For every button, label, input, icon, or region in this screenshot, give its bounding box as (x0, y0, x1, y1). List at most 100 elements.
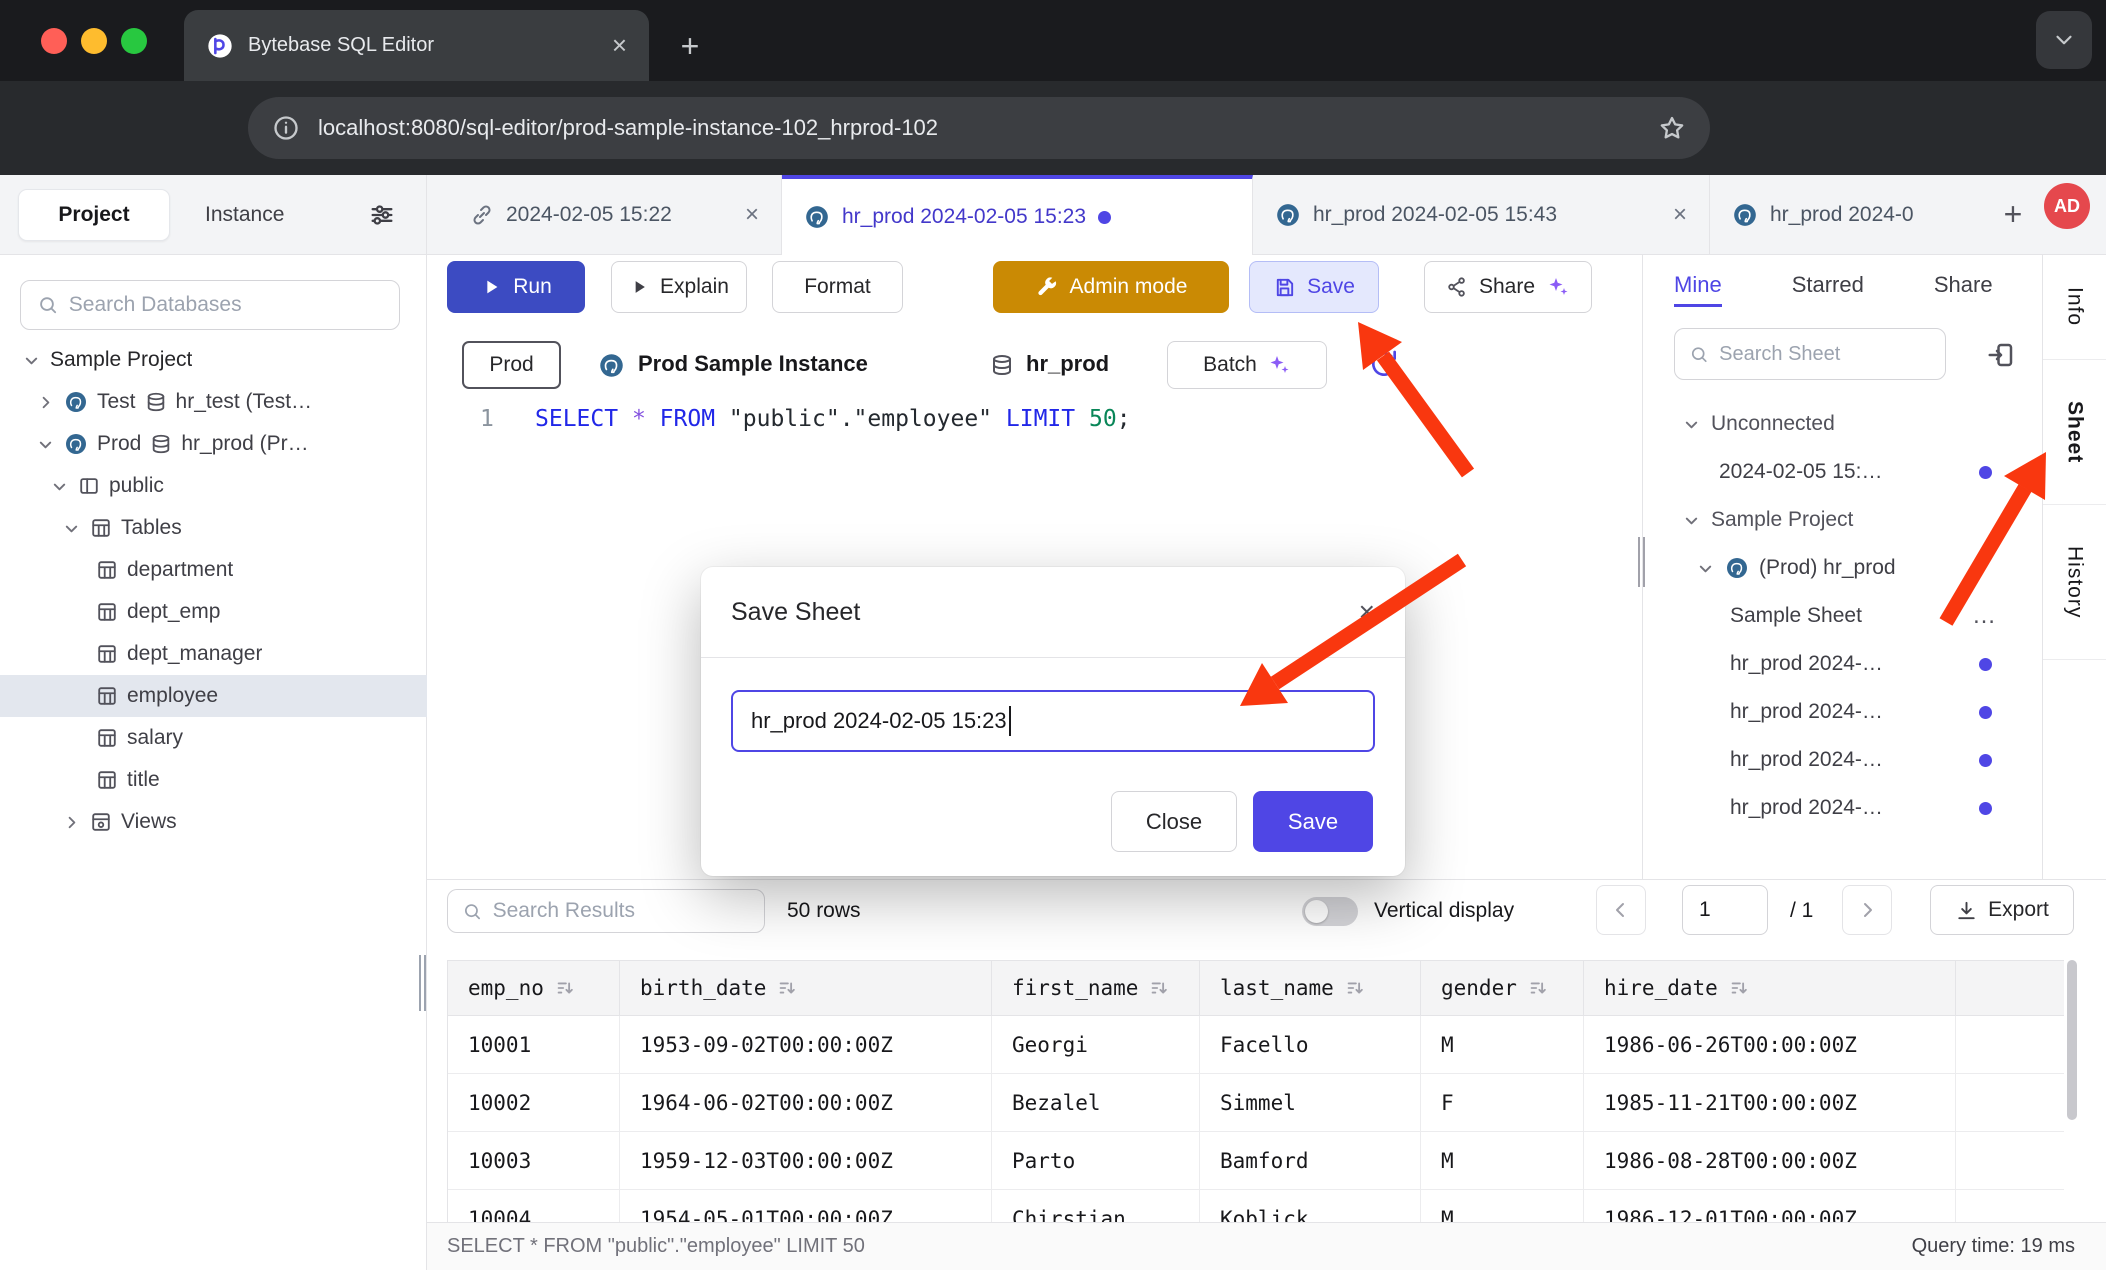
save-button[interactable]: Save (1249, 261, 1379, 313)
sort-icon[interactable] (554, 977, 576, 999)
tab-starred[interactable]: Starred (1792, 263, 1864, 307)
tab-search-button[interactable] (2036, 11, 2092, 69)
sheet-search-input[interactable] (1719, 343, 1931, 366)
dialog-close-icon[interactable]: × (1359, 596, 1375, 628)
side-tab-info[interactable]: Info (2043, 255, 2106, 360)
sheet-item[interactable]: 2024-02-05 15:… (1649, 448, 2042, 496)
sheet-group-unconnected[interactable]: Unconnected (1649, 400, 2042, 448)
sort-icon[interactable] (1728, 977, 1750, 999)
export-button[interactable]: Export (1930, 885, 2074, 935)
prev-page-button[interactable] (1596, 885, 1646, 935)
sheet-item[interactable]: hr_prod 2024-… (1649, 688, 2042, 736)
dialog-save-button[interactable]: Save (1253, 791, 1373, 852)
sort-icon[interactable] (776, 977, 798, 999)
vertical-display-toggle[interactable] (1302, 897, 1358, 926)
tree-item-table-dept-manager[interactable]: dept_manager (0, 633, 427, 675)
table-scrollbar[interactable] (2067, 960, 2077, 1223)
site-info-icon[interactable] (272, 114, 300, 142)
column-header-gender[interactable]: gender (1421, 961, 1584, 1015)
column-header-emp-no[interactable]: emp_no (448, 961, 620, 1015)
tree-item-views-group[interactable]: Views (0, 801, 427, 843)
editor-tab-unconnected[interactable]: 2024-02-05 15:22 × (448, 175, 782, 255)
tree-item-table-department[interactable]: department (0, 549, 427, 591)
browser-tab[interactable]: Bytebase SQL Editor × (184, 10, 649, 81)
tree-item-table-salary[interactable]: salary (0, 717, 427, 759)
sidebar-resize-handle[interactable] (419, 955, 427, 1011)
new-tab-button[interactable]: + (668, 24, 712, 68)
table-row[interactable]: 100031959-12-03T00:00:00ZPartoBamfordM19… (448, 1132, 2064, 1190)
run-button[interactable]: Run (447, 261, 585, 313)
sort-icon[interactable] (1527, 977, 1549, 999)
tables-icon (90, 517, 112, 539)
tree-item-schema-public[interactable]: public (0, 465, 427, 507)
table-row[interactable]: 100021964-06-02T00:00:00ZBezalelSimmelF1… (448, 1074, 2064, 1132)
tree-item-table-employee[interactable]: employee (0, 675, 427, 717)
address-bar[interactable]: localhost:8080/sql-editor/prod-sample-in… (248, 97, 1710, 159)
traffic-zoom-button[interactable] (121, 28, 147, 54)
sheet-item[interactable]: hr_prod 2024-… (1649, 640, 2042, 688)
results-panel: 50 rows Vertical display / 1 Export emp_… (427, 879, 2106, 1222)
table-row[interactable]: 100041954-05-01T00:00:00ZChirstianKoblic… (448, 1190, 2064, 1223)
editor-tab[interactable]: hr_prod 2024-0 (1710, 175, 1983, 255)
format-button[interactable]: Format (772, 261, 903, 313)
sheet-name-input[interactable]: hr_prod 2024-02-05 15:23 (731, 690, 1375, 752)
column-header-hire-date[interactable]: hire_date (1584, 961, 1956, 1015)
sql-star: * (632, 406, 646, 432)
sheet-item[interactable]: hr_prod 2024-… (1649, 784, 2042, 832)
close-tab-icon[interactable]: × (745, 201, 759, 229)
filter-sliders-icon[interactable] (368, 201, 396, 229)
admin-mode-button[interactable]: Admin mode (993, 261, 1229, 313)
batch-button[interactable]: Batch (1167, 341, 1327, 389)
tab-share[interactable]: Share (1934, 263, 1993, 307)
tree-item-sample-project[interactable]: Sample Project (0, 339, 427, 381)
page-number-input[interactable] (1682, 885, 1768, 935)
sheet-menu-icon[interactable]: … (1972, 602, 1998, 630)
sheet-search[interactable] (1674, 328, 1946, 380)
tree-item-tables-group[interactable]: Tables (0, 507, 427, 549)
sheet-item-sample-sheet[interactable]: Sample Sheet … (1649, 592, 2042, 640)
tab-mine[interactable]: Mine (1674, 263, 1722, 307)
results-search[interactable] (447, 889, 765, 933)
traffic-close-button[interactable] (41, 28, 67, 54)
side-tab-history[interactable]: History (2043, 505, 2106, 660)
explain-button[interactable]: Explain (611, 261, 747, 313)
collapse-panel-icon[interactable] (1986, 340, 2016, 370)
results-search-input[interactable] (493, 899, 750, 923)
column-header-first-name[interactable]: first_name (992, 961, 1200, 1015)
traffic-minimize-button[interactable] (81, 28, 107, 54)
bookmark-star-icon[interactable] (1658, 114, 1686, 142)
column-header-last-name[interactable]: last_name (1200, 961, 1421, 1015)
dialog-close-button[interactable]: Close (1111, 791, 1237, 852)
sync-icon[interactable] (1368, 348, 1400, 380)
sort-icon[interactable] (1344, 977, 1366, 999)
text-caret (1009, 706, 1011, 736)
database-search-input[interactable] (69, 293, 383, 317)
sheet-group-sample-project[interactable]: Sample Project (1649, 496, 2042, 544)
sheet-group-prod-hr-prod[interactable]: (Prod) hr_prod (1649, 544, 2042, 592)
sheet-item[interactable]: hr_prod 2024-… (1649, 736, 2042, 784)
tab-project[interactable]: Project (18, 189, 170, 241)
tab-instance[interactable]: Instance (205, 175, 284, 255)
database-name[interactable]: hr_prod (1026, 351, 1109, 377)
tree-item-test-env[interactable]: Test hr_test (Test… (0, 381, 427, 423)
column-header-birth-date[interactable]: birth_date (620, 961, 992, 1015)
tree-item-table-title[interactable]: title (0, 759, 427, 801)
share-button[interactable]: Share (1424, 261, 1592, 313)
side-tab-sheet[interactable]: Sheet (2043, 360, 2106, 505)
avatar[interactable]: AD (2044, 183, 2090, 229)
database-search[interactable] (20, 280, 400, 330)
browser-tab-close-icon[interactable]: × (612, 30, 627, 61)
panel-resize-handle[interactable] (1638, 537, 1647, 587)
table-row[interactable]: 100011953-09-02T00:00:00ZGeorgiFacelloM1… (448, 1016, 2064, 1074)
editor-tab-active[interactable]: hr_prod 2024-02-05 15:23 (782, 175, 1253, 255)
tree-item-prod-env[interactable]: Prod hr_prod (Pr… (0, 423, 427, 465)
tree-item-table-dept-emp[interactable]: dept_emp (0, 591, 427, 633)
environment-badge[interactable]: Prod (462, 341, 561, 389)
close-tab-icon[interactable]: × (1673, 201, 1687, 229)
new-sheet-tab-button[interactable]: + (1990, 191, 2036, 237)
sort-icon[interactable] (1148, 977, 1170, 999)
next-page-button[interactable] (1842, 885, 1892, 935)
editor-tab[interactable]: hr_prod 2024-02-05 15:43 × (1253, 175, 1710, 255)
instance-name[interactable]: Prod Sample Instance (638, 351, 868, 377)
sparkle-icon (1546, 275, 1570, 299)
